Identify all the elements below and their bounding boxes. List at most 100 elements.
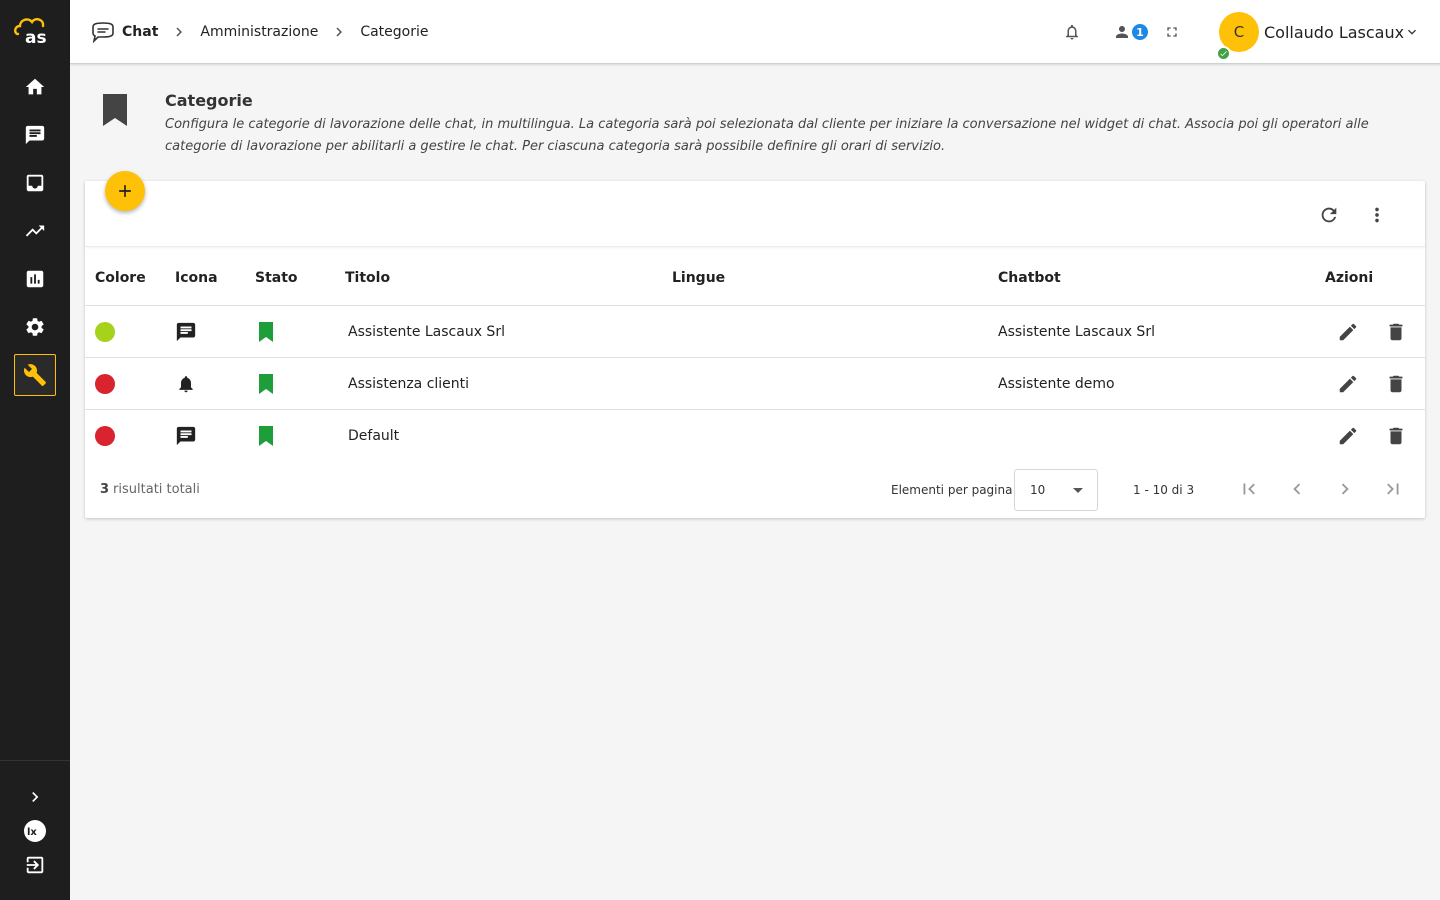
page-title: Categorie (165, 91, 253, 110)
column-header-chatbot[interactable]: Chatbot (998, 270, 1061, 286)
nav-home[interactable] (14, 66, 56, 108)
gear-icon (26, 318, 44, 336)
chat-bot-icon (92, 22, 114, 43)
fullscreen-button[interactable] (1162, 22, 1182, 42)
trash-icon (1389, 375, 1403, 393)
table-row[interactable]: Assistente Lascaux Srl Assistente Lascau… (85, 305, 1425, 357)
row-title: Assistenza clienti (348, 376, 470, 392)
bookmark-icon (102, 93, 128, 131)
table-row[interactable]: Assistenza clienti Assistente demo (85, 357, 1425, 409)
add-category-button[interactable] (105, 171, 145, 211)
plus-icon (119, 185, 131, 197)
status-bookmark-icon (257, 410, 275, 462)
chevron-down-icon (1408, 29, 1417, 35)
column-header-icona[interactable]: Icona (175, 270, 218, 286)
chat-icon (175, 306, 197, 358)
row-chatbot: Assistente demo (998, 376, 1115, 392)
column-header-colore[interactable]: Colore (95, 270, 146, 286)
pencil-icon (1339, 323, 1357, 341)
chat-icon (25, 125, 45, 145)
nav-reports[interactable] (14, 258, 56, 300)
more-options-button[interactable] (1365, 203, 1389, 227)
svg-text:lx: lx (27, 827, 37, 838)
app-logo[interactable]: as (12, 12, 58, 48)
chevron-right-icon (170, 23, 188, 41)
color-swatch (95, 426, 115, 446)
color-cell (95, 306, 115, 358)
previous-page-button[interactable] (1285, 477, 1309, 501)
total-label: risultati totali (113, 482, 200, 497)
nav-admin[interactable] (14, 354, 56, 396)
inbox-icon (26, 174, 44, 192)
edit-button[interactable] (1337, 306, 1359, 358)
paginator: 3 risultati totali Elementi per pagina 1… (85, 461, 1425, 518)
home-icon (25, 78, 45, 95)
person-icon (1116, 26, 1128, 38)
logout-button[interactable] (14, 847, 56, 883)
operators-count-badge: 1 (1130, 22, 1150, 42)
sidebar-footer: lx (0, 760, 70, 900)
table-row[interactable]: Default (85, 409, 1425, 461)
status-bookmark-icon (257, 306, 275, 358)
total-results: 3 risultati totali (100, 461, 200, 518)
bell-outline-icon (1066, 24, 1078, 40)
breadcrumb-chat[interactable]: Chat (122, 24, 158, 40)
delete-button[interactable] (1385, 358, 1407, 410)
row-title: Default (348, 428, 400, 444)
delete-button[interactable] (1385, 306, 1407, 358)
edit-button[interactable] (1337, 410, 1359, 462)
categories-table-card: Colore Icona Stato Titolo Lingue Chatbot… (85, 181, 1425, 518)
notifications-button[interactable] (1062, 22, 1082, 42)
refresh-button[interactable] (1317, 203, 1341, 227)
chevron-left-icon (1293, 483, 1301, 495)
first-page-button[interactable] (1237, 477, 1261, 501)
column-header-azioni: Azioni (1325, 270, 1374, 286)
breadcrumb: Chat Amministrazione Categorie (90, 0, 428, 64)
nav-settings[interactable] (14, 306, 56, 348)
first-page-icon (1243, 483, 1255, 495)
trash-icon (1389, 323, 1403, 341)
nav-inbox[interactable] (14, 162, 56, 204)
pencil-icon (1339, 427, 1357, 445)
dropdown-caret-icon (1073, 488, 1083, 493)
chat-icon (175, 410, 197, 462)
row-title: Assistente Lascaux Srl (348, 324, 505, 340)
next-page-button[interactable] (1333, 477, 1357, 501)
last-page-icon (1387, 483, 1399, 495)
table-toolbar (85, 181, 1425, 247)
refresh-icon (1321, 207, 1337, 223)
user-menu-button[interactable]: Collaudo Lascaux (1264, 0, 1420, 64)
nav-chat[interactable] (14, 114, 56, 156)
page-description: Configura le categorie di lavorazione de… (165, 117, 1369, 154)
per-page-label: Elementi per pagina (891, 482, 1013, 497)
color-cell (95, 410, 115, 462)
expand-sidebar-button[interactable] (14, 777, 56, 817)
lx-brand[interactable]: lx (14, 813, 56, 849)
online-status-icon (1216, 46, 1231, 61)
nav-trends[interactable] (14, 210, 56, 252)
column-header-stato[interactable]: Stato (255, 270, 298, 286)
svg-text:as: as (25, 28, 47, 46)
operators-button[interactable] (1112, 22, 1132, 42)
breadcrumb-amministrazione[interactable]: Amministrazione (200, 24, 318, 40)
per-page-value: 10 (1030, 483, 1046, 497)
delete-button[interactable] (1385, 410, 1407, 462)
chevron-right-icon (330, 23, 348, 41)
more-vert-icon (1375, 207, 1379, 223)
user-name: Collaudo Lascaux (1264, 22, 1405, 42)
last-page-button[interactable] (1381, 477, 1405, 501)
column-header-lingue[interactable]: Lingue (672, 270, 725, 286)
lx-logo-icon: lx (24, 820, 46, 842)
chevron-right-icon (1341, 483, 1349, 495)
edit-button[interactable] (1337, 358, 1359, 410)
per-page-select[interactable]: 10 (1014, 469, 1098, 511)
column-header-titolo[interactable]: Titolo (345, 270, 390, 286)
total-count: 3 (100, 482, 110, 497)
color-swatch (95, 322, 115, 342)
sidebar: as lx (0, 0, 70, 900)
chart-icon (26, 270, 44, 288)
status-bookmark-icon (257, 358, 275, 410)
logout-icon (26, 856, 44, 874)
pencil-icon (1339, 375, 1357, 393)
color-swatch (95, 374, 115, 394)
